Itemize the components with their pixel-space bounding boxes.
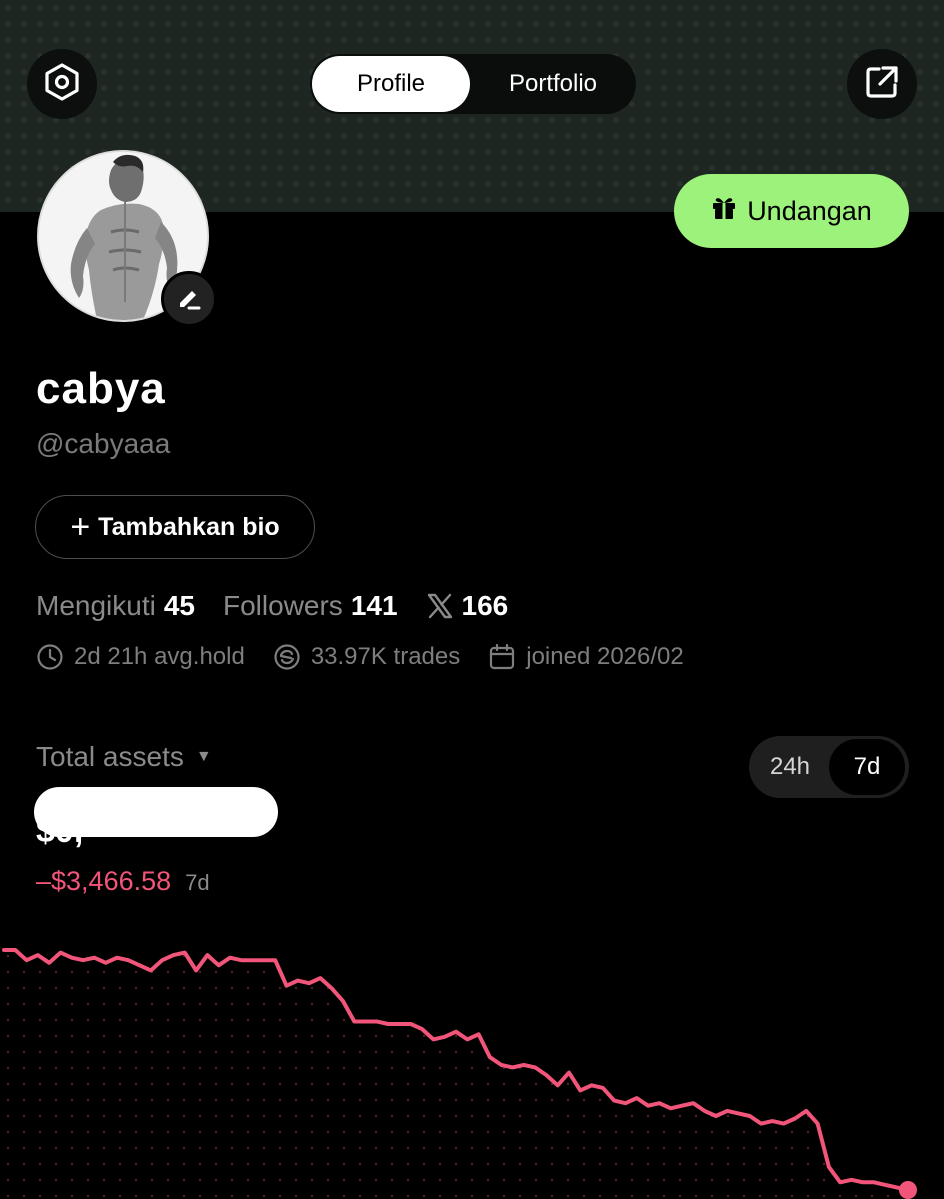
- range-switch: 24h 7d: [749, 736, 909, 798]
- share-external-icon: [862, 62, 902, 107]
- x-stat[interactable]: 166: [426, 590, 509, 622]
- range-7d[interactable]: 7d: [829, 739, 905, 795]
- gift-icon: [711, 195, 747, 228]
- trades-text: 33.97K trades: [310, 643, 461, 670]
- share-button[interactable]: [847, 49, 917, 119]
- joined-text: joined 2026/02: [526, 643, 684, 670]
- range-24h[interactable]: 24h: [751, 739, 829, 795]
- caret-down-icon: ▼: [195, 748, 212, 765]
- settings-hexagon-icon: [42, 62, 82, 107]
- plus-icon: +: [70, 508, 91, 546]
- user-handle: @cabyaaa: [36, 428, 171, 459]
- add-bio-label: Tambahkan bio: [98, 512, 280, 541]
- total-assets-selector[interactable]: Total assets ▼: [36, 741, 212, 773]
- followers-label: Followers: [223, 590, 343, 621]
- tab-profile[interactable]: Profile: [312, 56, 470, 112]
- pnl-period: 7d: [185, 870, 210, 895]
- clock-icon: [36, 643, 74, 671]
- settings-button[interactable]: [27, 49, 97, 119]
- following-stat[interactable]: Mengikuti 45: [36, 590, 195, 622]
- total-assets-label: Total assets: [36, 741, 184, 772]
- display-name: cabya: [36, 364, 166, 413]
- trades-icon: [273, 643, 311, 671]
- followers-stat[interactable]: Followers 141: [223, 590, 398, 622]
- profile-portfolio-switch: Profile Portfolio: [310, 54, 636, 114]
- calendar-icon: [488, 643, 526, 671]
- invite-label: Undangan: [747, 195, 872, 226]
- chart-area-fill: [4, 950, 908, 1199]
- following-count: 45: [163, 590, 195, 621]
- avg-hold-text: 2d 21h avg.hold: [74, 643, 245, 670]
- redaction-mark: [34, 787, 278, 837]
- pnl-change: –$3,466.58 7d: [36, 866, 210, 897]
- followers-count: 141: [350, 590, 398, 621]
- assets-chart[interactable]: [0, 900, 944, 1199]
- x-count: 166: [461, 590, 509, 621]
- following-label: Mengikuti: [36, 590, 156, 621]
- edit-pencil-icon: [175, 283, 203, 316]
- social-stats: Mengikuti 45 Followers 141 166: [36, 590, 508, 622]
- invite-button[interactable]: Undangan: [674, 174, 909, 248]
- x-logo-icon: [426, 592, 454, 620]
- edit-avatar-button[interactable]: [161, 271, 217, 327]
- profile-meta: 2d 21h avg.hold 33.97K trades joined 202…: [36, 643, 684, 671]
- add-bio-button[interactable]: + Tambahkan bio: [35, 495, 315, 559]
- pnl-amount: –$3,466.58: [36, 866, 172, 896]
- chart-end-point: [899, 1181, 917, 1199]
- tab-portfolio[interactable]: Portfolio: [472, 56, 634, 112]
